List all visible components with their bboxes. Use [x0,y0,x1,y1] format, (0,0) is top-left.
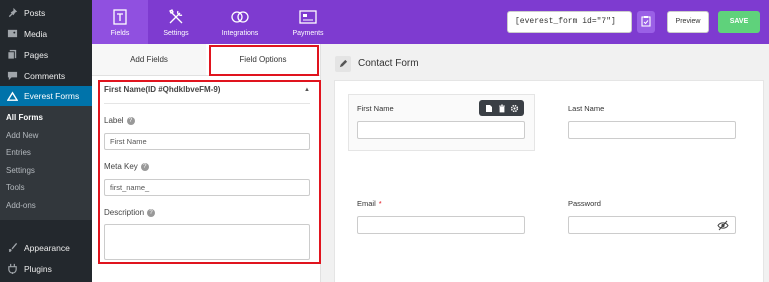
help-icon[interactable]: ? [140,162,149,171]
duplicate-icon[interactable] [484,103,494,113]
description-textarea[interactable] [104,224,310,260]
menu-item-posts[interactable]: Posts [0,2,92,23]
integrations-icon [230,7,250,27]
menu-label: Media [24,28,48,39]
email-input[interactable] [357,216,525,234]
pages-icon [6,49,18,61]
tab-label: Payments [292,30,324,37]
highlight-box [209,45,319,76]
menu-item-comments[interactable]: Comments [0,65,92,86]
menu-label: Everest Forms [24,91,80,101]
menu-label: Pages [24,49,49,60]
section-title: First Name(ID #QhdklbveFM-9) [104,85,221,94]
copy-shortcode-button[interactable] [637,11,655,33]
preview-button[interactable]: Preview [667,11,709,33]
menu-label: Comments [24,70,66,81]
comments-icon [6,70,18,82]
field-options-panel: Add Fields Field Options First Name(ID #… [92,44,321,282]
tab-payments[interactable]: Payments [280,0,336,44]
menu-label: Plugins [24,263,52,274]
menu-item-everest-forms[interactable]: Everest Forms [0,86,92,106]
submenu-add-ons[interactable]: Add-ons [0,197,92,215]
form-builder: Contact Form First Name Last Name Email *… [322,44,769,282]
tab-integrations[interactable]: Integrations [212,0,268,44]
menu-label: Posts [24,7,46,18]
everest-forms-icon [6,90,18,102]
tab-label: Fields [110,30,130,37]
field-label-last-name: Last Name [568,104,605,113]
everest-forms-submenu: All Forms Add New Entries Settings Tools… [0,106,92,220]
tab-label: Settings [163,30,189,37]
divider [104,103,310,104]
plugin-icon [6,263,18,275]
field-section-header[interactable]: First Name(ID #QhdklbveFM-9) ▲ [104,85,310,97]
submenu-entries[interactable]: Entries [0,144,92,162]
help-icon[interactable]: ? [126,116,135,125]
trash-icon[interactable] [497,103,507,113]
builder-topbar: Fields Settings Integrations Payments [e… [92,0,769,44]
label-text: Meta Key [104,162,138,171]
wp-admin-sidebar: Posts Media Pages Comments Everest Forms… [0,0,92,282]
edit-form-title-button[interactable] [335,56,351,72]
wrench-screwdriver-icon [166,7,186,27]
clipboard-icon [641,15,651,29]
submenu-settings[interactable]: Settings [0,162,92,180]
form-title: Contact Form [358,58,419,69]
label-text: Description [104,208,145,217]
last-name-input[interactable] [568,121,736,139]
shortcode-field[interactable]: [everest_form id="7"] [507,11,632,33]
submenu-all-forms[interactable]: All Forms [0,109,92,127]
gear-icon[interactable] [510,103,520,113]
required-asterisk: * [378,199,382,208]
payments-icon [298,7,318,27]
save-button[interactable]: SAVE [718,11,760,33]
description-option-label: Description? [104,208,156,217]
menu-label: Appearance [24,242,70,253]
collapse-caret-icon: ▲ [304,87,310,93]
field-actions-toolbar [479,100,524,116]
field-label-email: Email * [357,199,382,208]
menu-item-appearance[interactable]: Appearance [0,237,92,258]
password-input[interactable] [568,216,736,234]
field-label-first-name: First Name [357,104,394,113]
menu-item-media[interactable]: Media [0,23,92,44]
menu-item-pages[interactable]: Pages [0,44,92,65]
label-text: Label [104,116,124,125]
label-option-label: Label? [104,116,135,125]
tab-fields[interactable]: Fields [92,0,148,44]
meta-key-input[interactable]: first_name_ [104,179,310,196]
form-canvas: First Name Last Name Email * Password [334,80,764,282]
pushpin-icon [6,7,18,19]
fields-icon [110,7,130,27]
submenu-add-new[interactable]: Add New [0,127,92,145]
label-text: Email [357,199,376,208]
pencil-icon [339,59,348,70]
meta-key-option-label: Meta Key? [104,162,149,171]
tab-label: Integrations [221,30,259,37]
eye-slash-icon[interactable] [717,220,729,231]
submenu-tools[interactable]: Tools [0,179,92,197]
media-icon [6,28,18,40]
label-input[interactable]: First Name [104,133,310,150]
paint-brush-icon [6,242,18,254]
tab-add-fields[interactable]: Add Fields [92,44,206,75]
field-label-password: Password [568,199,601,208]
tab-settings[interactable]: Settings [148,0,204,44]
first-name-input[interactable] [357,121,525,139]
menu-item-plugins[interactable]: Plugins [0,258,92,279]
help-icon[interactable]: ? [147,208,156,217]
